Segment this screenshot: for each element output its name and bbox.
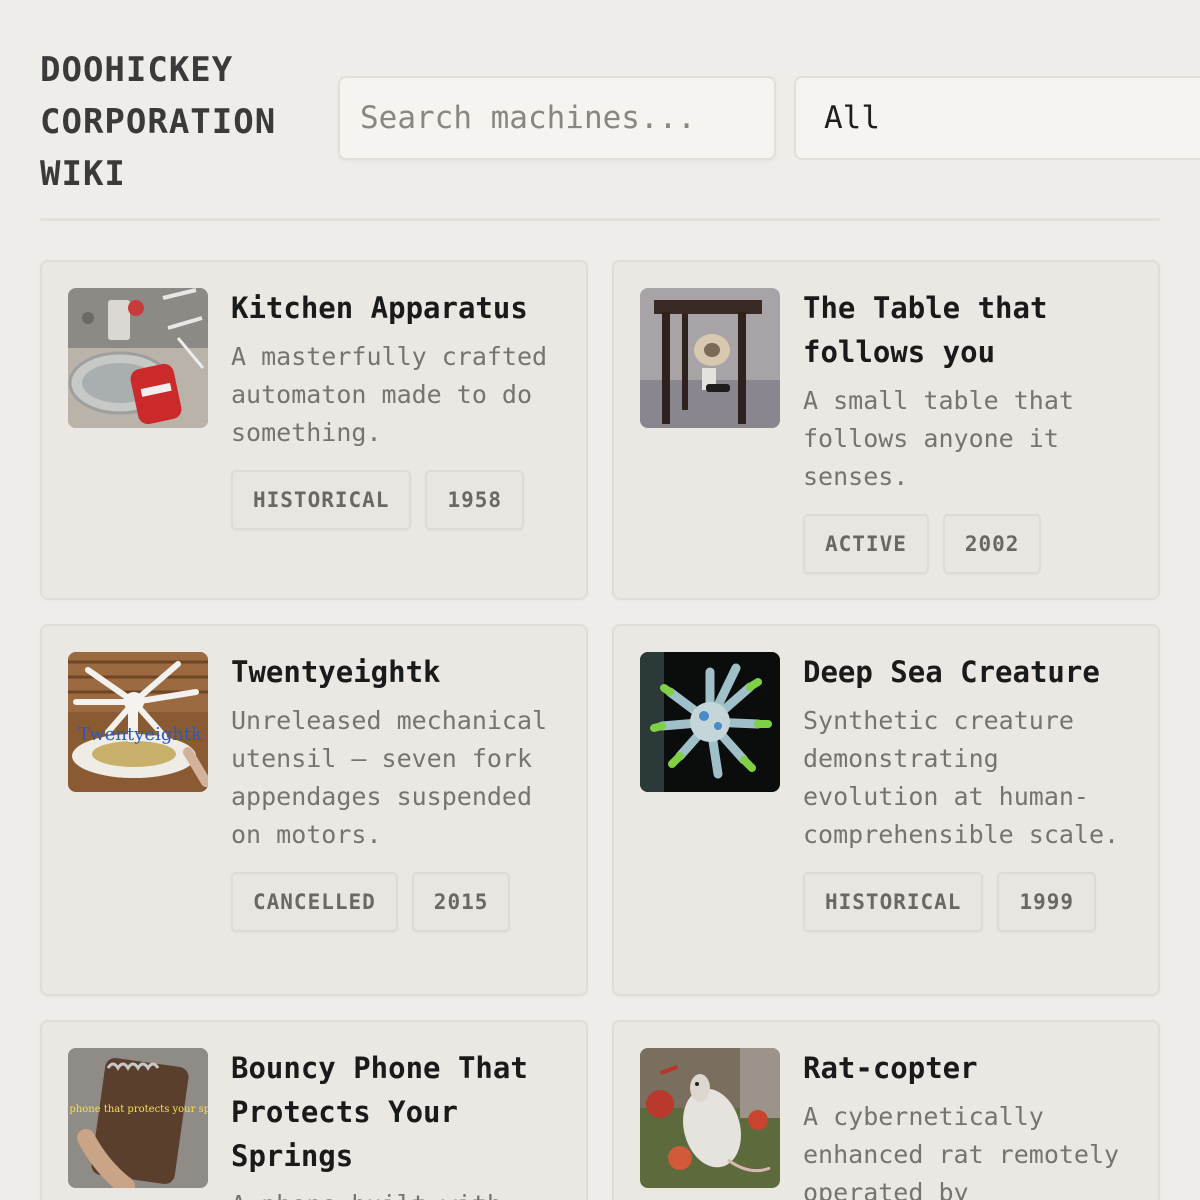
tag-row: ACTIVE 2002 bbox=[803, 514, 1143, 574]
machine-description: Synthetic creature demonstrating evoluti… bbox=[803, 706, 1120, 849]
year-tag[interactable]: 2015 bbox=[411, 872, 511, 932]
machine-thumbnail bbox=[640, 652, 780, 792]
header-divider bbox=[40, 218, 1160, 221]
card-body: Kitchen Apparatus A masterfully crafted … bbox=[231, 286, 571, 530]
machine-name[interactable]: Rat-copter bbox=[803, 1046, 1143, 1090]
machine-description: A phone built with bbox=[231, 1186, 571, 1200]
status-tag[interactable]: CANCELLED bbox=[231, 872, 398, 932]
machine-description: Unreleased mechanical utensil — seven fo… bbox=[231, 706, 548, 849]
filter-selected-value: All bbox=[824, 100, 880, 136]
status-filter-select[interactable]: All bbox=[794, 76, 1200, 160]
header: DOOHICKEY CORPORATION WIKI All bbox=[40, 44, 1200, 196]
year-tag[interactable]: 1958 bbox=[425, 470, 525, 530]
machine-thumbnail bbox=[68, 288, 208, 428]
image-caption: Twentyeightk bbox=[78, 724, 203, 745]
card-body: Rat-copter A cybernetically enhanced rat… bbox=[803, 1046, 1143, 1200]
year-tag[interactable]: 1999 bbox=[997, 872, 1097, 932]
card-body: Bouncy Phone That Protects Your Springs … bbox=[231, 1046, 571, 1200]
status-tag[interactable]: HISTORICAL bbox=[803, 872, 984, 932]
site-title[interactable]: DOOHICKEY CORPORATION WIKI bbox=[40, 44, 330, 200]
machine-name[interactable]: Kitchen Apparatus bbox=[231, 286, 571, 330]
card-body: The Table that follows you A small table… bbox=[803, 286, 1143, 574]
status-tag[interactable]: HISTORICAL bbox=[231, 470, 412, 530]
machine-description: A masterfully crafted automaton made to … bbox=[231, 342, 548, 447]
machine-card-rat-copter[interactable]: Rat-copter A cybernetically enhanced rat… bbox=[612, 1020, 1160, 1200]
machine-description: A cybernetically enhanced rat remotely o… bbox=[803, 1102, 1120, 1200]
machine-name[interactable]: Twentyeightk bbox=[231, 650, 571, 694]
machine-thumbnail: Twentyeightk bbox=[68, 652, 208, 792]
tag-row: CANCELLED 2015 bbox=[231, 872, 571, 932]
tag-row: HISTORICAL 1958 bbox=[231, 470, 571, 530]
card-body: Twentyeightk Unreleased mechanical utens… bbox=[231, 650, 571, 932]
machine-name[interactable]: The Table that follows you bbox=[803, 286, 1143, 374]
machine-card-kitchen-apparatus[interactable]: Kitchen Apparatus A masterfully crafted … bbox=[40, 260, 588, 600]
machine-card-twentyeightk[interactable]: Twentyeightk Twentyeightk Unreleased mec… bbox=[40, 624, 588, 996]
machine-thumbnail bbox=[640, 288, 780, 428]
status-tag[interactable]: ACTIVE bbox=[803, 514, 929, 574]
image-caption: Bouncy phone that protects your springs … bbox=[68, 1104, 208, 1115]
search-input[interactable] bbox=[360, 100, 754, 136]
machine-name[interactable]: Bouncy Phone That Protects Your Springs bbox=[231, 1046, 571, 1178]
year-tag[interactable]: 2002 bbox=[942, 514, 1042, 574]
machine-card-table-that-follows-you[interactable]: The Table that follows you A small table… bbox=[612, 260, 1160, 600]
machine-thumbnail bbox=[640, 1048, 780, 1188]
card-body: Deep Sea Creature Synthetic creature dem… bbox=[803, 650, 1143, 932]
search-box[interactable] bbox=[338, 76, 776, 160]
machine-card-bouncy-phone[interactable]: Bouncy phone that protects your springs … bbox=[40, 1020, 588, 1200]
wiki-page: DOOHICKEY CORPORATION WIKI All bbox=[0, 0, 1200, 1200]
machine-thumbnail: Bouncy phone that protects your springs … bbox=[68, 1048, 208, 1188]
tag-row: HISTORICAL 1999 bbox=[803, 872, 1143, 932]
machine-card-deep-sea-creature[interactable]: Deep Sea Creature Synthetic creature dem… bbox=[612, 624, 1160, 996]
machine-description: A small table that follows anyone it sen… bbox=[803, 386, 1074, 491]
machine-name[interactable]: Deep Sea Creature bbox=[803, 650, 1143, 694]
